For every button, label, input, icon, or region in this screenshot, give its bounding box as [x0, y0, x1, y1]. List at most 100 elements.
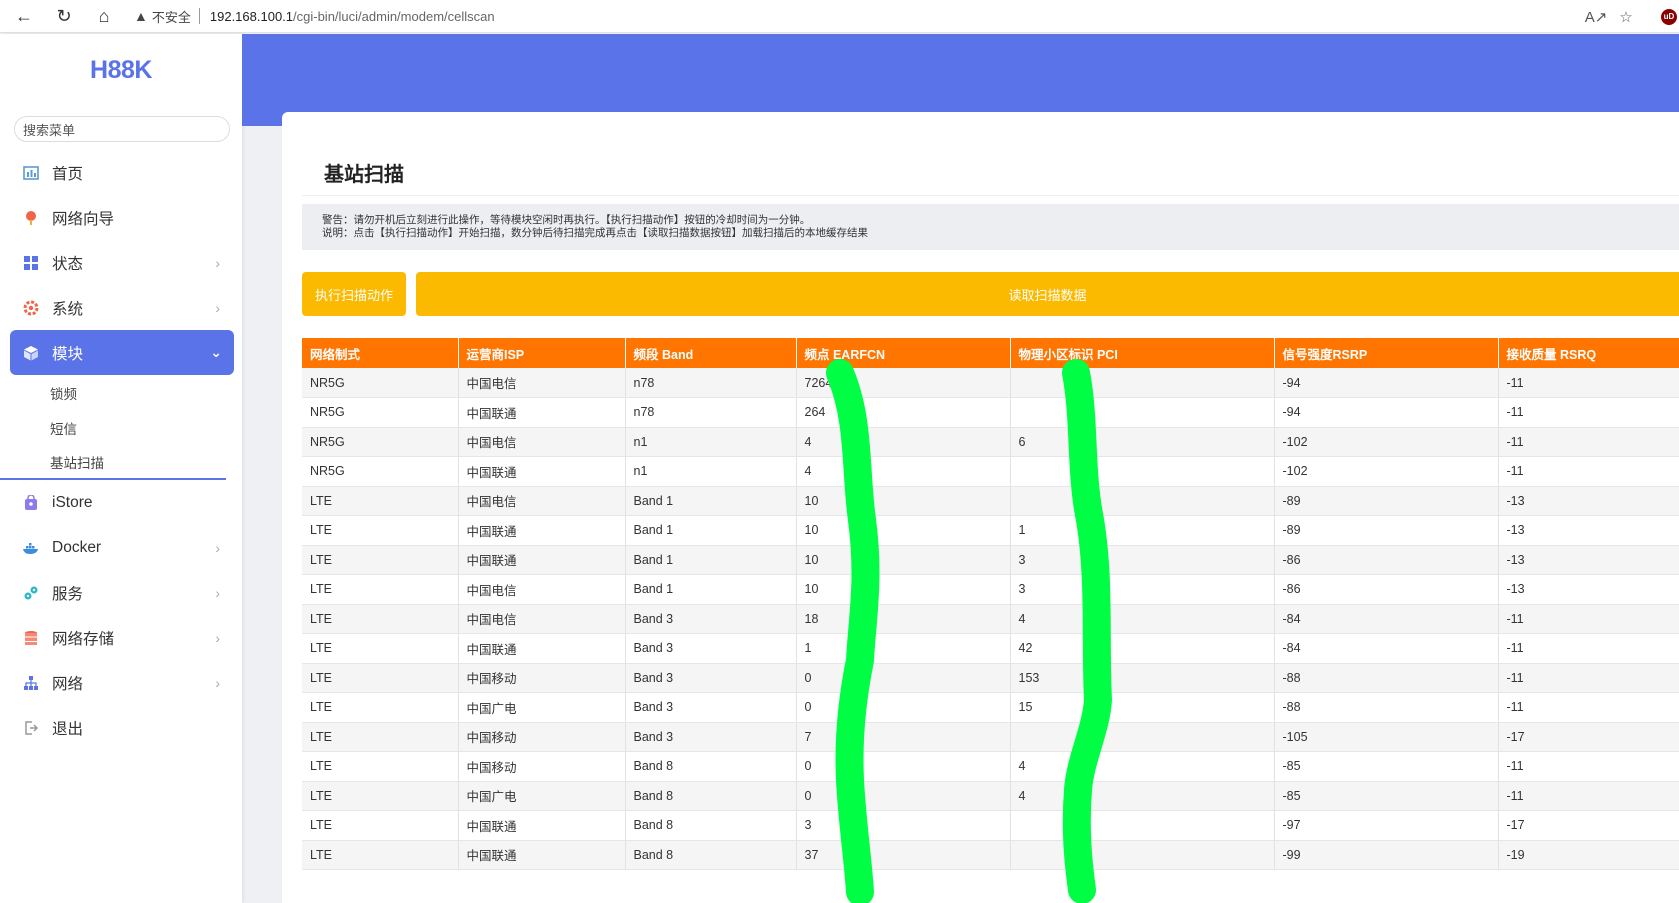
table-cell: NR5G — [302, 427, 459, 457]
table-cell: -11 — [1498, 663, 1679, 693]
sidebar-item-label: iStore — [52, 493, 93, 511]
sidebar-item-storage[interactable]: 网络存储 › — [0, 615, 242, 660]
sidebar-item-wizard[interactable]: 网络向导 — [0, 195, 242, 240]
table-cell: 中国广电 — [458, 781, 626, 811]
sidebar-item-services[interactable]: 服务 › — [0, 570, 242, 615]
table-cell: Band 1 — [625, 545, 797, 575]
submenu-item-sms[interactable]: 短信 — [0, 410, 242, 445]
table-cell: 中国移动 — [458, 722, 626, 752]
table-cell: Band 1 — [625, 515, 797, 546]
address-bar[interactable]: ▲ 不安全 192.168.100.1/cgi-bin/luci/admin/m… — [134, 3, 495, 29]
table-cell: -11 — [1498, 751, 1679, 782]
star-icon[interactable]: ☆ — [1611, 8, 1641, 26]
url-host: 192.168.100.1 — [209, 8, 294, 24]
table-cell: Band 8 — [625, 810, 797, 841]
table-cell: -11 — [1498, 427, 1679, 457]
table-row: LTE 中国联通 Band 8 3 -97 -17 — [302, 810, 1679, 841]
wizard-icon — [22, 209, 40, 227]
table-cell — [1010, 810, 1275, 841]
logo[interactable]: H88K — [0, 56, 242, 96]
table-cell: 3 — [796, 810, 1011, 841]
read-aloud-icon[interactable]: A↗ — [1581, 8, 1611, 26]
table-cell: n1 — [625, 456, 797, 487]
table-cell: Band 3 — [625, 663, 797, 693]
sidebar-item-label: 系统 — [52, 300, 84, 318]
submenu-item-cell-scan[interactable]: 基站扫描 — [0, 445, 226, 480]
table-row: LTE 中国广电 Band 3 0 15 -88 -11 — [302, 692, 1679, 723]
table-cell: LTE — [302, 515, 459, 546]
sidebar-item-system[interactable]: 系统 › — [0, 285, 242, 330]
table-cell: -19 — [1498, 840, 1679, 870]
table-cell: 4 — [1010, 781, 1275, 811]
table-cell: 中国电信 — [458, 574, 626, 605]
table-cell: -86 — [1274, 574, 1499, 605]
table-header-row: 网络制式 运营商ISP 频段 Band 频点 EARFCN 物理小区标识 PCI 信号强度… — [302, 338, 1679, 368]
store-icon — [22, 494, 40, 512]
table-cell: 42 — [1010, 633, 1275, 664]
back-icon[interactable]: ← — [8, 2, 40, 30]
search-input[interactable]: 搜索菜单 — [14, 116, 230, 142]
table-cell: NR5G — [302, 368, 459, 398]
table-cell — [1010, 397, 1275, 428]
table-row: LTE 中国移动 Band 8 0 4 -85 -11 — [302, 751, 1679, 782]
table-cell: Band 8 — [625, 751, 797, 782]
table-cell: 7264 — [796, 368, 1011, 398]
table-cell: Band 1 — [625, 486, 797, 516]
table-cell: -89 — [1274, 486, 1499, 516]
table-cell: 中国电信 — [458, 486, 626, 516]
page-title: 基站扫描 — [324, 164, 404, 186]
table-cell: LTE — [302, 810, 459, 841]
table-cell: LTE — [302, 781, 459, 811]
table-cell — [1010, 456, 1275, 487]
table-cell: 37 — [796, 840, 1011, 870]
table-cell: 中国联通 — [458, 515, 626, 546]
table-cell: NR5G — [302, 397, 459, 428]
reload-icon[interactable]: ↻ — [48, 2, 80, 30]
logout-icon — [22, 719, 40, 737]
table-header-cell: 运营商ISP — [458, 338, 626, 368]
sidebar-item-istore[interactable]: iStore — [0, 480, 242, 525]
table-cell: -13 — [1498, 486, 1679, 516]
browser-actions: A↗ ☆ uD — [1581, 0, 1679, 33]
table-cell: 中国电信 — [458, 427, 626, 457]
table-cell: n78 — [625, 368, 797, 398]
read-scan-data-button[interactable]: 读取扫描数据 — [416, 272, 1679, 316]
table-header-cell: 频段 Band — [625, 338, 797, 368]
sidebar-item-logout[interactable]: 退出 — [0, 705, 242, 750]
sidebar-item-status[interactable]: 状态 › — [0, 240, 242, 285]
sidebar-item-docker[interactable]: Docker › — [0, 525, 242, 570]
table-cell: 中国联通 — [458, 397, 626, 428]
submenu-item-lock-band[interactable]: 锁频 — [0, 375, 242, 410]
url-text[interactable]: 192.168.100.1/cgi-bin/luci/admin/modem/c… — [210, 9, 495, 24]
table-row: NR5G 中国联通 n78 264 -94 -11 — [302, 397, 1679, 428]
sidebar-item-module[interactable]: 模块 ⌄ — [10, 330, 234, 375]
table-cell — [1010, 722, 1275, 752]
table-cell: LTE — [302, 840, 459, 870]
table-cell: NR5G — [302, 456, 459, 487]
table-cell: 中国广电 — [458, 692, 626, 723]
sidebar-item-home[interactable]: 首页 — [0, 150, 242, 195]
execute-scan-button[interactable]: 执行扫描动作 — [302, 272, 406, 316]
table-row: LTE 中国电信 Band 1 10 3 -86 -13 — [302, 574, 1679, 605]
chevron-right-icon: › — [215, 539, 220, 556]
storage-icon — [22, 629, 40, 647]
table-row: LTE 中国联通 Band 3 1 42 -84 -11 — [302, 633, 1679, 664]
extension-icon[interactable]: uD — [1661, 8, 1677, 25]
table-row: LTE 中国电信 Band 1 10 -89 -13 — [302, 486, 1679, 516]
home-icon[interactable]: ⌂ — [88, 2, 120, 30]
table-row: LTE 中国移动 Band 3 7 -105 -17 — [302, 722, 1679, 752]
table-cell: -11 — [1498, 692, 1679, 723]
table-cell: LTE — [302, 574, 459, 605]
table-cell: Band 3 — [625, 604, 797, 634]
table-cell: 0 — [796, 781, 1011, 811]
table-cell: LTE — [302, 633, 459, 664]
table-cell: -102 — [1274, 456, 1499, 487]
table-cell: 中国联通 — [458, 545, 626, 575]
table-header-cell: 物理小区标识 PCI — [1010, 338, 1275, 368]
table-cell: -89 — [1274, 515, 1499, 546]
chevron-right-icon: › — [215, 299, 220, 316]
grid-icon — [22, 254, 40, 272]
table-row: LTE 中国电信 Band 3 18 4 -84 -11 — [302, 604, 1679, 634]
sidebar-item-network[interactable]: 网络 › — [0, 660, 242, 705]
table-cell: 1 — [1010, 515, 1275, 546]
